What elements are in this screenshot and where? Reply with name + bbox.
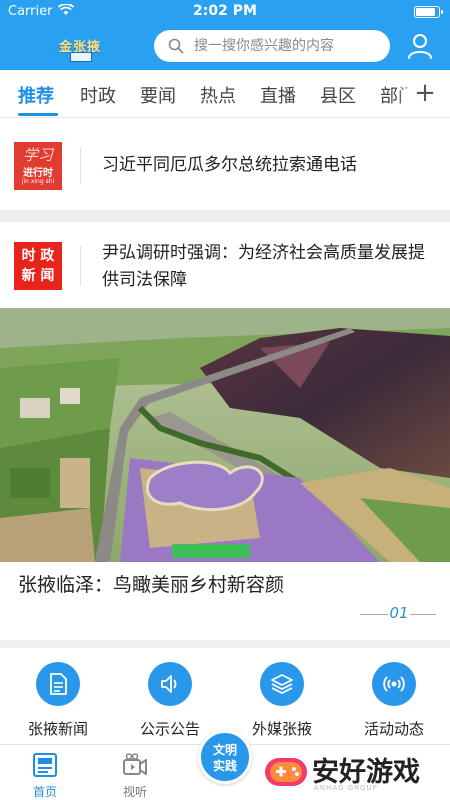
- news-item[interactable]: 时 政 新 闻 尹弘调研时强调：为经济社会高质量发展提供司法保障: [0, 222, 450, 308]
- category-tabs: 推荐 时政 要闻 热点 直播 县区 部门 +: [0, 70, 450, 118]
- source-logo: 时 政 新 闻: [14, 242, 62, 290]
- nav-video[interactable]: 视听: [100, 749, 170, 799]
- quick-link-label: 活动动态: [363, 720, 424, 738]
- tab-hot[interactable]: 热点: [200, 82, 236, 108]
- gamepad-icon: [265, 758, 307, 786]
- page-indicator: 01: [389, 604, 409, 622]
- nav-label: 首页: [32, 785, 57, 799]
- badge-label: 文明 实践: [212, 743, 237, 773]
- banner-caption[interactable]: 张掖临泽：鸟瞰美丽乡村新容颜: [18, 570, 284, 597]
- logo-emblem: [70, 52, 92, 62]
- newspaper-icon: [33, 753, 57, 777]
- app-logo[interactable]: 金张掖: [54, 30, 106, 64]
- tab-recommend[interactable]: 推荐: [18, 82, 54, 108]
- active-tab-indicator: [18, 113, 58, 116]
- source-logo: 学习 进行时 jin xing shi: [14, 142, 62, 190]
- news-title[interactable]: 习近平同厄瓜多尔总统拉索通电话: [102, 152, 432, 179]
- watermark-subtext: ANHAO GROUP: [314, 784, 378, 792]
- quick-link-foreign-media[interactable]: 外媒张掖: [226, 656, 338, 748]
- news-title[interactable]: 尹弘调研时强调：为经济社会高质量发展提供司法保障: [102, 240, 432, 294]
- tab-live[interactable]: 直播: [260, 82, 296, 108]
- civilization-practice-button[interactable]: 文明 实践: [198, 730, 252, 784]
- nav-home[interactable]: 首页: [10, 749, 80, 799]
- speaker-icon: [161, 675, 177, 693]
- search-input[interactable]: [194, 30, 384, 62]
- video-camera-icon: [123, 753, 147, 775]
- quick-link-label: 张掖新闻: [27, 720, 88, 738]
- quick-links: 张掖新闻 公示公告 外媒张掖 活动动态: [0, 640, 450, 744]
- banner-pager: 01: [360, 604, 436, 624]
- aerial-village-photo: [0, 308, 450, 562]
- news-item[interactable]: 学习 进行时 jin xing shi 习近平同厄瓜多尔总统拉索通电话: [0, 118, 450, 210]
- user-icon[interactable]: [406, 32, 434, 60]
- battery-icon: [414, 6, 443, 18]
- document-icon: [50, 673, 67, 695]
- quick-link-activities[interactable]: 活动动态: [338, 656, 450, 748]
- search-icon: [168, 38, 184, 54]
- search-bar[interactable]: [154, 30, 390, 62]
- add-tab-button[interactable]: +: [408, 78, 442, 110]
- clock: 2:02 PM: [193, 3, 257, 19]
- tab-headlines[interactable]: 要闻: [140, 82, 176, 108]
- banner-image[interactable]: [0, 308, 450, 562]
- status-bar: Carrier 2:02 PM: [0, 0, 450, 24]
- tab-politics[interactable]: 时政: [80, 82, 116, 108]
- quick-link-news[interactable]: 张掖新闻: [2, 656, 114, 748]
- layers-icon: [271, 674, 293, 695]
- broadcast-icon: [383, 676, 405, 692]
- banner-caption-area: 张掖临泽：鸟瞰美丽乡村新容颜 01: [0, 562, 450, 638]
- header: 金张掖: [0, 24, 450, 70]
- watermark: 安好游戏 ANHAO GROUP: [262, 748, 448, 796]
- nav-label: 视听: [122, 785, 147, 799]
- tab-counties[interactable]: 县区: [320, 82, 356, 108]
